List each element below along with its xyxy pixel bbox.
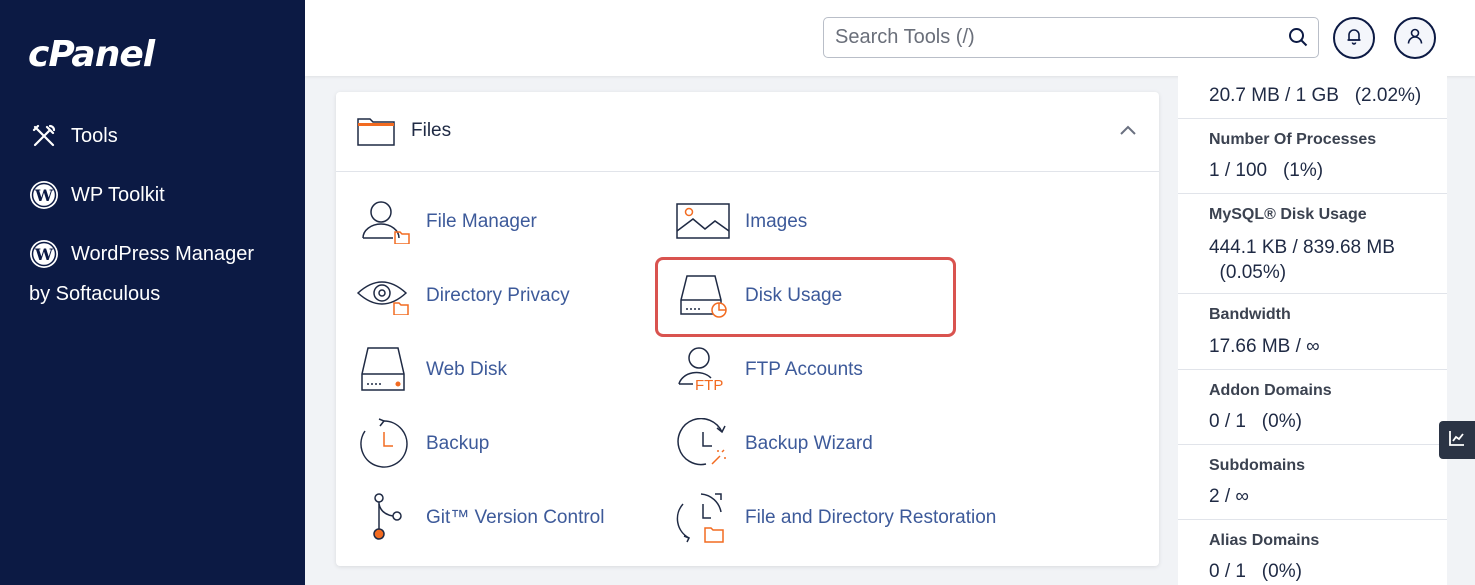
stat-addon-domains: Addon Domains 0 / 1 (0%) [1178,370,1447,445]
tool-label: Directory Privacy [426,284,570,306]
user-menu-button[interactable] [1394,17,1436,59]
stat-label: Alias Domains [1209,532,1320,549]
files-panel-title: Files [411,120,452,141]
cpanel-logo[interactable]: cPanel [28,34,155,75]
file-manager-icon [356,196,412,246]
svg-text:W: W [34,245,54,264]
tools-icon [29,121,59,151]
ftp-accounts-icon: FTP [675,344,731,394]
tool-images[interactable]: Images [675,196,807,246]
tool-git-version-control[interactable]: Git™ Version Control [356,492,604,542]
sidebar-item-label: WordPress Manager [71,242,255,265]
files-panel: Files File Manager Images Directory Priv… [336,92,1159,566]
sidebar-item-wordpress-manager[interactable]: W WordPress Manager [29,239,254,269]
tool-directory-privacy[interactable]: Directory Privacy [356,270,570,320]
stat-alias-domains: Alias Domains 0 / 1 (0%) [1178,520,1447,585]
stat-mysql-disk-usage: MySQL® Disk Usage 444.1 KB / 839.68 MB (… [1178,194,1447,294]
chart-icon [1449,430,1465,451]
svg-text:W: W [34,186,54,205]
git-icon [356,492,412,542]
wordpress-icon: W [29,180,59,210]
stat-subdomains: Subdomains 2 / ∞ [1178,445,1447,520]
tool-label: Web Disk [426,358,507,380]
sidebar-item-label: WP Toolkit [71,183,165,206]
stat-label: MySQL® Disk Usage [1209,206,1367,223]
tool-label: File Manager [426,210,537,232]
tool-label: Images [745,210,808,232]
tool-ftp-accounts[interactable]: FTP FTP Accounts [675,344,863,394]
files-panel-header[interactable]: Files [336,92,1159,172]
stat-label: Subdomains [1209,457,1306,474]
sidebar-item-sublabel[interactable]: by Softaculous [29,283,160,306]
sidebar-item-label: Tools [71,124,118,147]
tool-label: FTP Accounts [745,358,863,380]
tool-label: Git™ Version Control [426,506,605,528]
search-icon[interactable] [1288,27,1308,52]
stat-value: 1 / 100 (1%) [1209,160,1324,181]
stat-value: 0 / 1 (0%) [1209,561,1302,582]
tool-backup[interactable]: Backup [356,418,489,468]
search-box[interactable] [823,17,1319,58]
svg-text:FTP: FTP [695,377,723,392]
tool-label: Disk Usage [745,284,843,306]
tool-label: File and Directory Restoration [745,506,997,528]
notifications-button[interactable] [1333,17,1375,59]
stat-value: 0 / 1 (0%) [1209,411,1302,432]
tool-backup-wizard[interactable]: Backup Wizard [675,418,873,468]
wordpress-icon: W [29,239,59,269]
stat-value: 20.7 MB / 1 GB (2.02%) [1209,85,1422,106]
stat-disk-usage: 20.7 MB / 1 GB (2.02%) [1178,76,1447,119]
bell-icon [1345,27,1363,50]
stat-processes: Number Of Processes 1 / 100 (1%) [1178,119,1447,194]
tool-disk-usage[interactable]: Disk Usage [675,270,842,320]
restoration-icon [675,492,731,543]
tool-label: Backup Wizard [745,432,873,454]
disk-usage-icon [675,270,731,320]
stat-value: 444.1 KB / 839.68 MB (0.05%) [1209,237,1395,283]
sidebar-item-wp-toolkit[interactable]: W WP Toolkit [29,180,165,210]
web-disk-icon [356,344,412,394]
sidebar-item-tools[interactable]: Tools [29,121,118,151]
folder-icon [357,118,395,151]
chevron-up-icon[interactable] [1119,123,1137,141]
stats-toggle-button[interactable] [1439,421,1475,459]
user-icon [1406,27,1424,50]
top-header [305,0,1475,76]
stat-label: Bandwidth [1209,306,1291,323]
stat-value: 17.66 MB / ∞ [1209,336,1320,357]
tool-file-manager[interactable]: File Manager [356,196,537,246]
backup-wizard-icon [675,418,731,468]
directory-privacy-icon [356,270,412,320]
stat-label: Number Of Processes [1209,131,1377,148]
backup-icon [356,418,412,468]
tool-file-directory-restoration[interactable]: File and Directory Restoration [675,492,997,543]
statistics-panel: 20.7 MB / 1 GB (2.02%) Number Of Process… [1178,76,1447,585]
tool-web-disk[interactable]: Web Disk [356,344,507,394]
images-icon [675,196,731,246]
stat-value: 2 / ∞ [1209,486,1249,507]
stat-bandwidth: Bandwidth 17.66 MB / ∞ [1178,294,1447,370]
tool-label: Backup [426,432,490,454]
sidebar: cPanel Tools W WP Toolkit W WordPress Ma… [0,0,305,585]
stat-label: Addon Domains [1209,382,1332,399]
search-input[interactable] [824,26,1264,49]
